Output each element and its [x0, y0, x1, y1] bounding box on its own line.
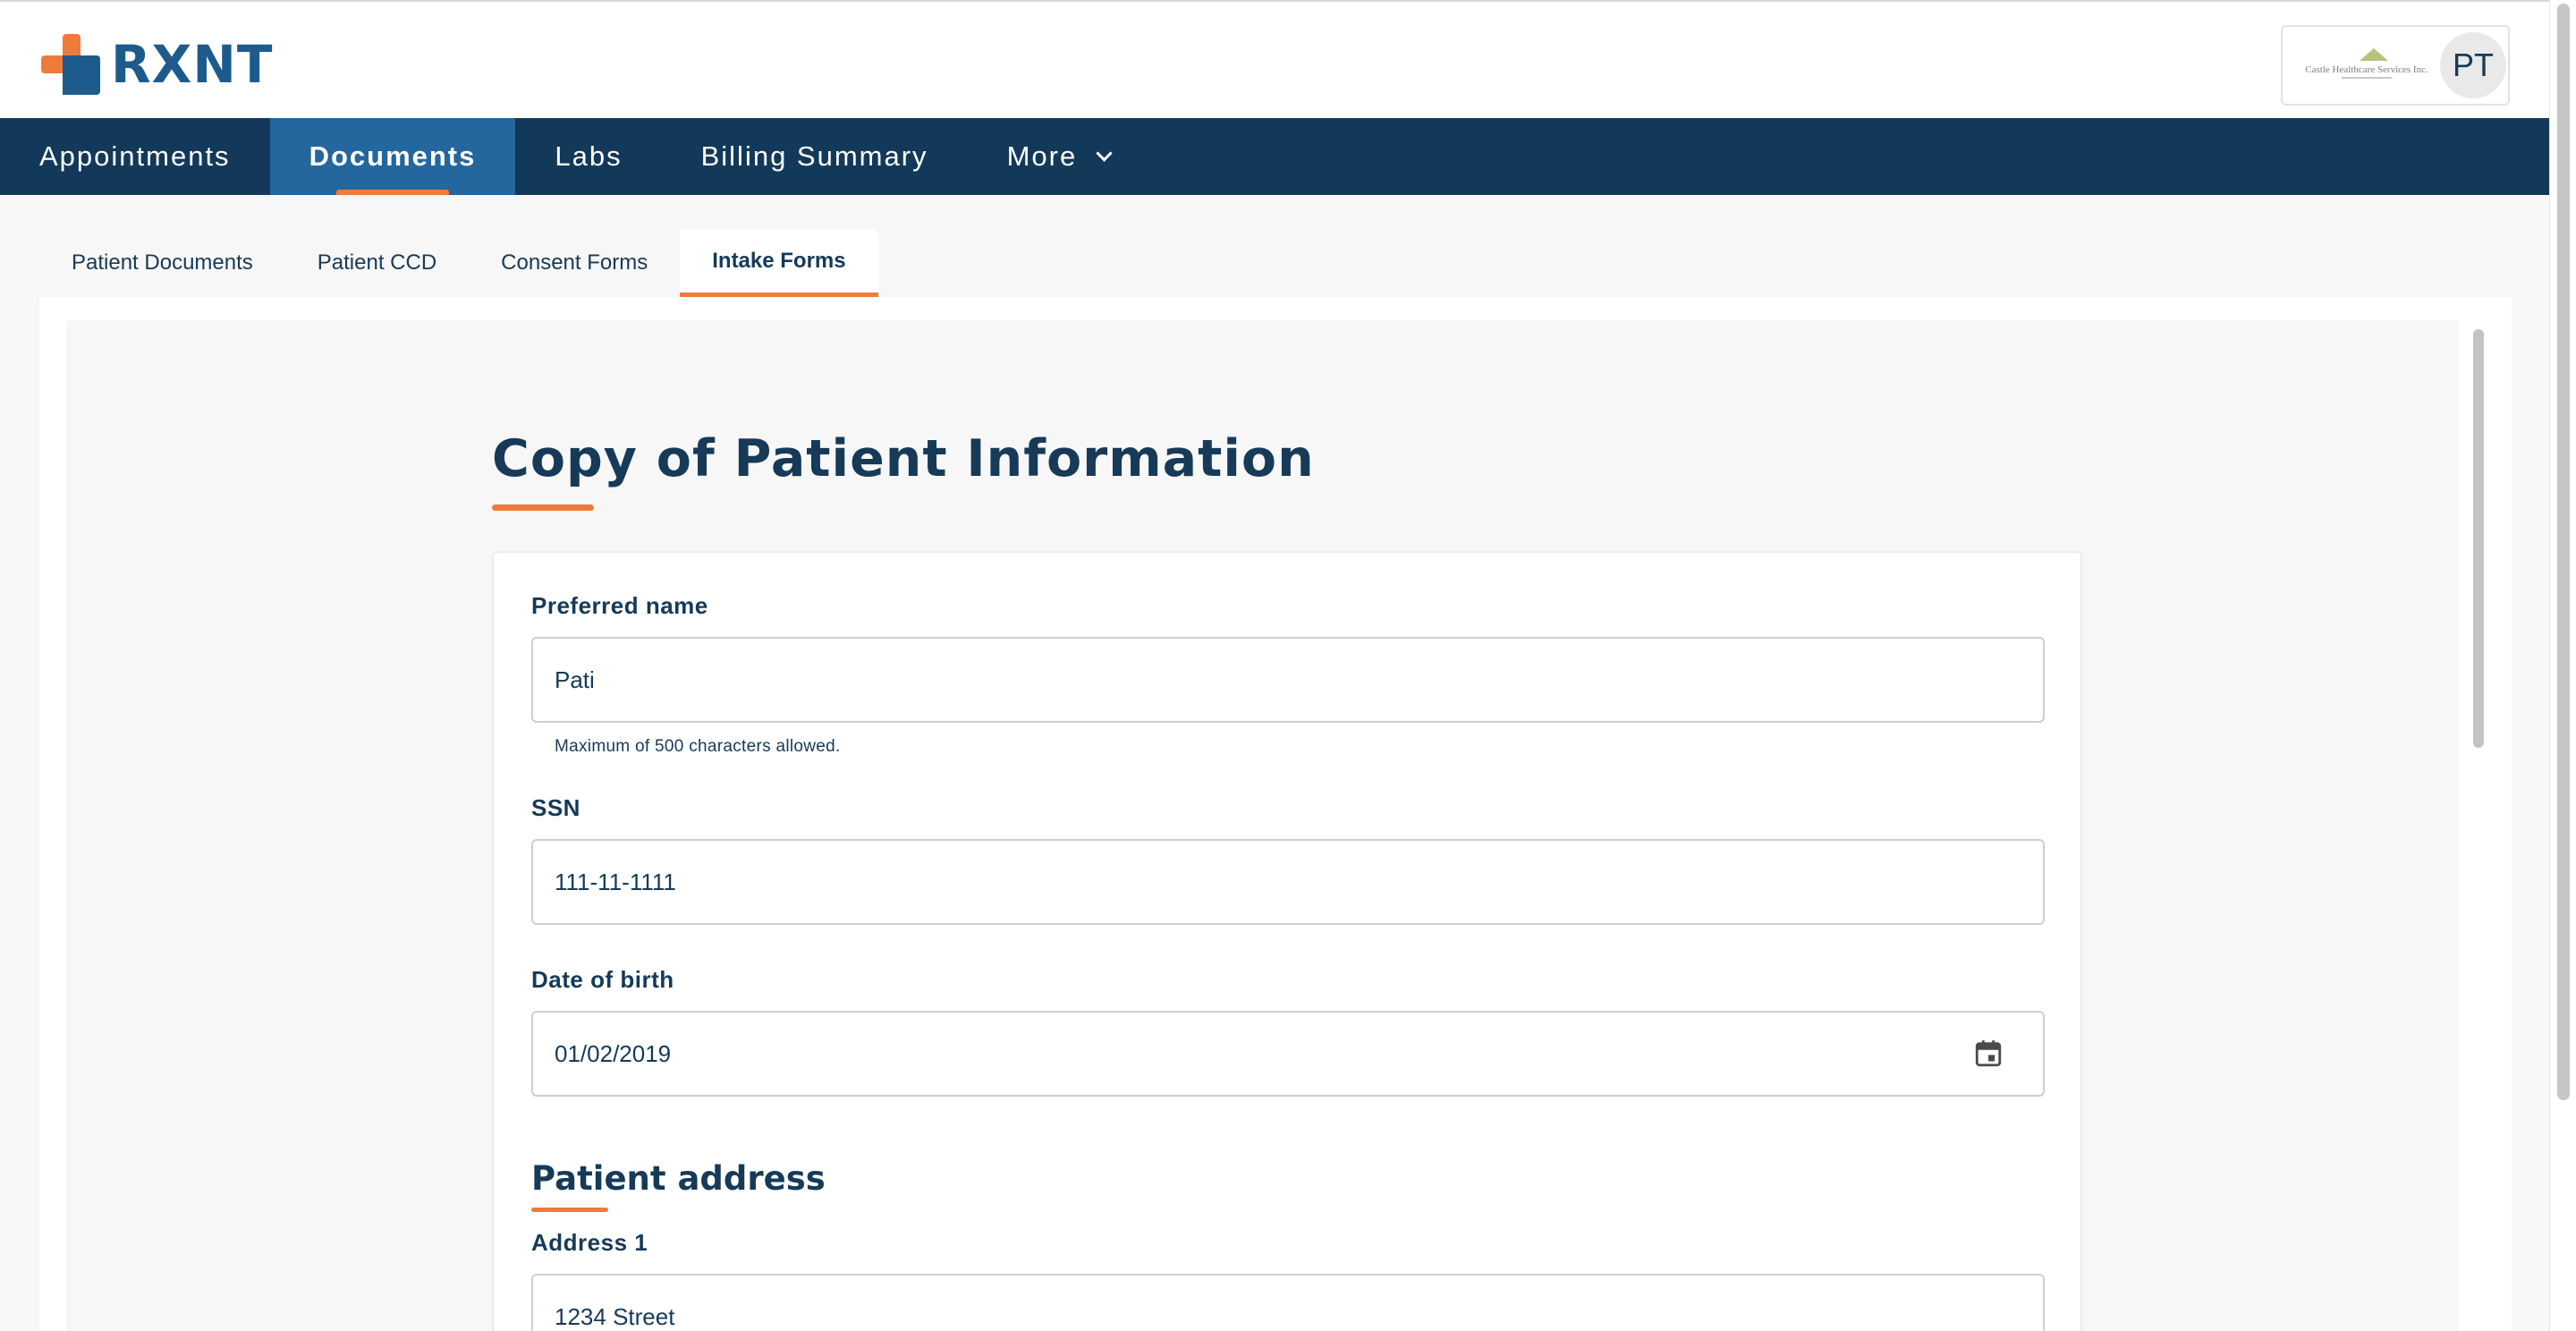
ssn-label: SSN	[531, 794, 580, 821]
nav-item-billing-summary[interactable]: Billing Summary	[662, 118, 968, 195]
avatar[interactable]: PT	[2440, 32, 2506, 98]
profile-menu[interactable]: Castle Healthcare Services Inc. PT	[2281, 25, 2510, 106]
chevron-down-icon	[1096, 144, 1113, 162]
section-underline	[531, 1208, 608, 1212]
tab-patient-documents[interactable]: Patient Documents	[39, 229, 285, 297]
nav-item-label: Appointments	[39, 140, 231, 172]
logo-text: RXNT	[111, 34, 274, 95]
tab-intake-forms[interactable]: Intake Forms	[680, 229, 878, 297]
tab-consent-forms[interactable]: Consent Forms	[469, 229, 680, 297]
inner-scrollbar[interactable]	[2467, 320, 2490, 1331]
patient-address-heading: Patient address	[531, 1159, 826, 1198]
preferred-name-hint: Maximum of 500 characters allowed.	[555, 737, 841, 756]
page-scrollbar-thumb[interactable]	[2557, 4, 2570, 1100]
intake-form-panel: Copy of Patient Information Preferred na…	[39, 297, 2512, 1331]
main-nav: Appointments Documents Labs Billing Summ…	[0, 118, 2549, 195]
preferred-name-input[interactable]	[531, 637, 2045, 723]
nav-item-labs[interactable]: Labs	[515, 118, 661, 195]
ssn-input[interactable]	[531, 839, 2045, 925]
nav-item-label: Documents	[309, 140, 477, 172]
address1-input[interactable]	[531, 1274, 2045, 1331]
page-title: Copy of Patient Information	[492, 429, 1315, 488]
rxnt-logo[interactable]: RXNT	[41, 34, 273, 95]
app-header: RXNT Castle Healthcare Services Inc. PT	[0, 0, 2549, 118]
nav-item-label: Billing Summary	[700, 140, 928, 172]
address1-label: Address 1	[531, 1229, 648, 1256]
nav-item-label: More	[1006, 140, 1078, 172]
dob-label: Date of birth	[531, 966, 674, 993]
nav-item-documents[interactable]: Documents	[269, 118, 516, 195]
nav-item-label: Labs	[555, 140, 623, 172]
form-card: Preferred name Maximum of 500 characters…	[492, 551, 2082, 1331]
org-name: Castle Healthcare Services Inc.	[2305, 64, 2428, 75]
nav-item-appointments[interactable]: Appointments	[0, 118, 270, 195]
nav-item-more[interactable]: More	[968, 118, 1150, 195]
inner-scrollbar-thumb[interactable]	[2473, 329, 2484, 748]
calendar-icon[interactable]	[1973, 1039, 2004, 1069]
title-underline	[492, 504, 594, 511]
tab-patient-ccd[interactable]: Patient CCD	[285, 229, 469, 297]
dob-input[interactable]	[531, 1011, 2045, 1097]
org-logo: Castle Healthcare Services Inc.	[2295, 47, 2438, 88]
preferred-name-label: Preferred name	[531, 592, 708, 619]
page-scrollbar[interactable]	[2549, 0, 2576, 1331]
logo-cross-icon	[41, 34, 100, 95]
document-subtabs: Patient Documents Patient CCD Consent Fo…	[39, 229, 878, 297]
form-frame: Copy of Patient Information Preferred na…	[66, 320, 2458, 1331]
